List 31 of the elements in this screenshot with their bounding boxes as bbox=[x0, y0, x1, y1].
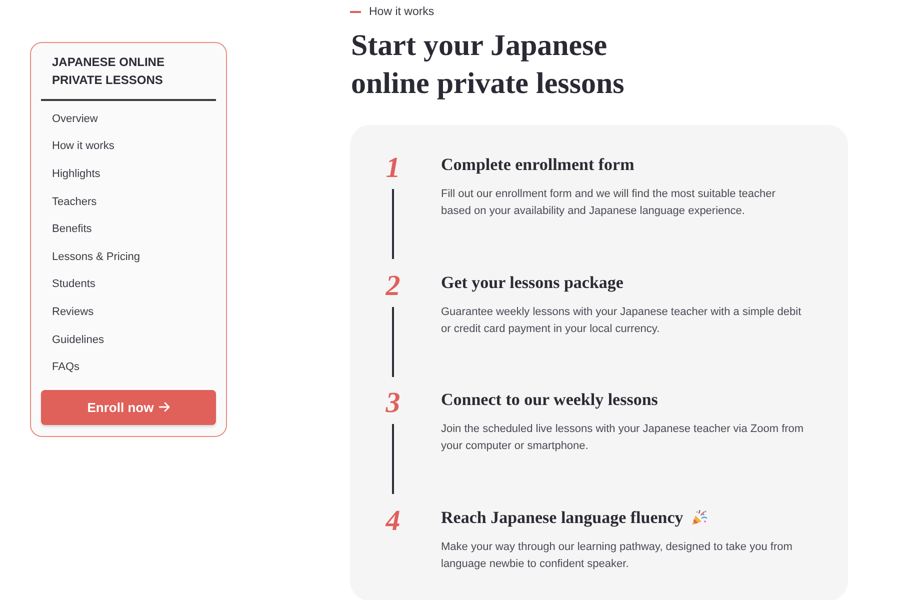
step-connector-line bbox=[392, 189, 394, 259]
section-eyebrow: How it works bbox=[369, 5, 434, 19]
step-number: 1 bbox=[386, 152, 400, 184]
sidebar-link[interactable]: Overview bbox=[41, 105, 98, 133]
step-number: 4 bbox=[386, 504, 400, 536]
sidebar-link[interactable]: Lessons & Pricing bbox=[41, 242, 140, 271]
step-title: Complete enrollment form bbox=[441, 155, 634, 175]
accent-dash-icon bbox=[350, 11, 361, 13]
sidebar-link[interactable]: Teachers bbox=[41, 188, 97, 216]
step-description: Guarantee weekly lessons with your Japanese teacher with a simple debit or credit card payment in your local currency. bbox=[441, 304, 802, 336]
arrow-right-icon bbox=[158, 402, 170, 412]
step-description: Make your way through our learning pathway, designed to take you from language newbie to confident speaker. bbox=[441, 540, 794, 572]
enroll-button[interactable]: Enroll now bbox=[41, 390, 216, 425]
page-heading: Start your Japanese online private lessons bbox=[351, 28, 626, 102]
step-title: Connect to our weekly lessons bbox=[441, 390, 658, 410]
step-connector-line bbox=[392, 424, 394, 494]
step-title: Get your lessons package bbox=[441, 272, 624, 292]
sidebar-link[interactable]: Highlights bbox=[41, 160, 100, 188]
step-description: Join the scheduled live lessons with your Japanese teacher via Zoom from your computer or smartphone. bbox=[441, 422, 805, 454]
step-description: Fill out our enrollment form and we will find the most suitable teacher based on your availability and Japanese language experience. bbox=[441, 187, 776, 219]
sidebar-link[interactable]: Reviews bbox=[41, 298, 94, 326]
step-number: 2 bbox=[386, 270, 400, 302]
sidebar-link[interactable]: Guidelines bbox=[41, 326, 104, 354]
sidebar-title: JAPANESE ONLINE PRIVATE LESSONS bbox=[51, 54, 166, 89]
sidebar-link[interactable]: Students bbox=[41, 270, 96, 298]
sidebar-link[interactable]: Benefits bbox=[41, 215, 92, 243]
step-connector-line bbox=[392, 306, 394, 376]
sidebar-link[interactable]: FAQs bbox=[41, 353, 80, 381]
step-number: 3 bbox=[386, 387, 400, 419]
sidebar-link[interactable]: How it works bbox=[41, 132, 114, 160]
step-title: Reach Japanese language fluency bbox=[441, 508, 684, 528]
